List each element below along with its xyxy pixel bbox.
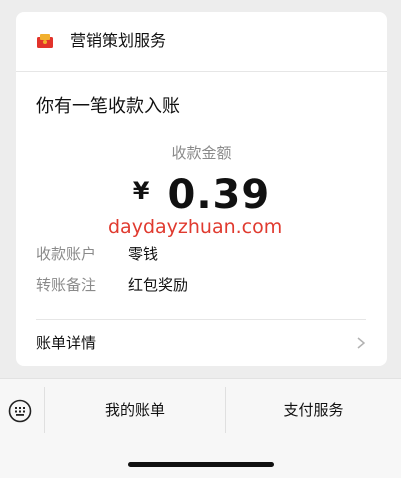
keyboard-toggle-button[interactable] bbox=[0, 379, 44, 441]
amount-value: 0.39 bbox=[167, 172, 271, 218]
app-name: 营销策划服务 bbox=[70, 31, 167, 50]
detail-row-remark: 转账备注 红包奖励 bbox=[36, 274, 188, 296]
currency-symbol: ¥ bbox=[132, 177, 150, 205]
detail-value: 红包奖励 bbox=[128, 276, 189, 294]
detail-row-account: 收款账户 零钱 bbox=[36, 243, 158, 265]
notification-card: 营销策划服务 你有一笔收款入账 收款金额 ¥0.39 收款账户 零钱 转账备注 红包… bbox=[16, 12, 387, 366]
watermark-text: daydayzhuan.com bbox=[108, 216, 283, 238]
menu-item-my-bills[interactable]: 我的账单 bbox=[45, 379, 225, 441]
detail-key: 转账备注 bbox=[36, 276, 97, 294]
bill-details-label: 账单详情 bbox=[36, 334, 97, 352]
bottom-menu-bar: 我的账单 支付服务 bbox=[0, 378, 401, 478]
card-header: 营销策划服务 bbox=[16, 12, 387, 72]
menu-item-payment-services[interactable]: 支付服务 bbox=[226, 379, 401, 441]
red-envelope-icon bbox=[37, 34, 53, 48]
amount-label: 收款金额 bbox=[171, 144, 232, 162]
detail-value: 零钱 bbox=[128, 245, 159, 263]
chevron-right-icon bbox=[357, 337, 365, 349]
keyboard-icon bbox=[8, 399, 32, 423]
notification-headline: 你有一笔收款入账 bbox=[36, 96, 180, 117]
detail-key: 收款账户 bbox=[36, 245, 97, 263]
home-indicator[interactable] bbox=[128, 462, 274, 467]
bill-details-link[interactable]: 账单详情 bbox=[16, 320, 387, 366]
